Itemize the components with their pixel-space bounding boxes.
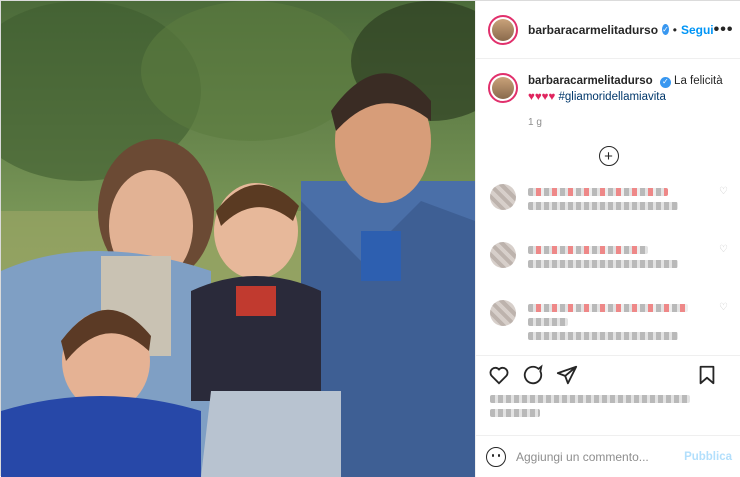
load-more-comments-button[interactable]: + xyxy=(598,146,619,166)
comment-avatar[interactable] xyxy=(490,184,516,210)
blurred-line xyxy=(528,202,678,210)
caption: barbaracarmelitadurso ✓ La felicità ♥♥♥♥… xyxy=(476,59,740,105)
list-item: ♡ xyxy=(476,240,740,298)
comment-avatar[interactable] xyxy=(490,242,516,268)
comment-blurred-text xyxy=(528,240,719,298)
comment-like-icon[interactable]: ♡ xyxy=(719,302,729,356)
blurred-line xyxy=(528,246,648,254)
post-header: barbaracarmelitadurso ✓ • Segui ••• xyxy=(476,1,740,59)
blurred-line xyxy=(528,188,668,196)
caption-username[interactable]: barbaracarmelitadurso xyxy=(528,75,653,87)
post-photo[interactable] xyxy=(1,1,475,477)
separator-dot: • xyxy=(672,22,677,37)
list-item: ♡ xyxy=(476,298,740,356)
avatar-image xyxy=(492,77,514,99)
more-options-icon[interactable]: ••• xyxy=(714,21,734,39)
comment-blurred-text xyxy=(528,298,719,356)
caption-text-block: barbaracarmelitadurso ✓ La felicità ♥♥♥♥… xyxy=(528,73,723,105)
blurred-line xyxy=(490,409,540,417)
caption-hearts: ♥♥♥♥ xyxy=(528,91,556,103)
post-modal: barbaracarmelitadurso ✓ • Segui ••• barb… xyxy=(0,0,740,477)
hashtag-link[interactable]: #gliamoridellamiavita xyxy=(559,91,666,103)
blurred-line xyxy=(528,318,568,326)
follow-button[interactable]: Segui xyxy=(681,23,714,37)
avatar[interactable] xyxy=(488,14,518,45)
comment-like-icon[interactable]: ♡ xyxy=(719,186,729,240)
action-bar xyxy=(476,355,740,386)
username-link[interactable]: barbaracarmelitadurso xyxy=(528,23,658,37)
family-photo xyxy=(1,1,475,477)
caption-avatar[interactable] xyxy=(488,73,518,103)
avatar-image xyxy=(492,18,514,41)
likes-blurred xyxy=(490,389,720,417)
blurred-line xyxy=(490,395,690,403)
bookmark-icon[interactable] xyxy=(696,364,718,386)
verified-badge-icon: ✓ xyxy=(659,76,671,88)
comment-like-icon[interactable]: ♡ xyxy=(719,244,729,298)
blurred-line xyxy=(528,304,688,312)
comment-blurred-text xyxy=(528,182,719,240)
comment-icon[interactable] xyxy=(522,364,544,386)
post-time: 1 g xyxy=(528,117,542,128)
caption-text: La felicità xyxy=(674,75,723,87)
blurred-line xyxy=(528,260,678,268)
post-sidebar: barbaracarmelitadurso ✓ • Segui ••• barb… xyxy=(475,1,740,477)
comment-avatar[interactable] xyxy=(490,300,516,326)
verified-badge-icon: ✓ xyxy=(662,24,669,35)
emoji-icon[interactable] xyxy=(486,446,506,467)
share-icon[interactable] xyxy=(556,364,578,386)
comment-input[interactable] xyxy=(516,449,685,464)
list-item: ♡ xyxy=(476,182,740,240)
add-comment-bar: Pubblica xyxy=(476,435,740,477)
comments-list: ♡ ♡ ♡ xyxy=(476,182,740,356)
blurred-line xyxy=(528,332,678,340)
heart-icon[interactable] xyxy=(488,364,510,386)
publish-button[interactable]: Pubblica xyxy=(684,451,732,463)
